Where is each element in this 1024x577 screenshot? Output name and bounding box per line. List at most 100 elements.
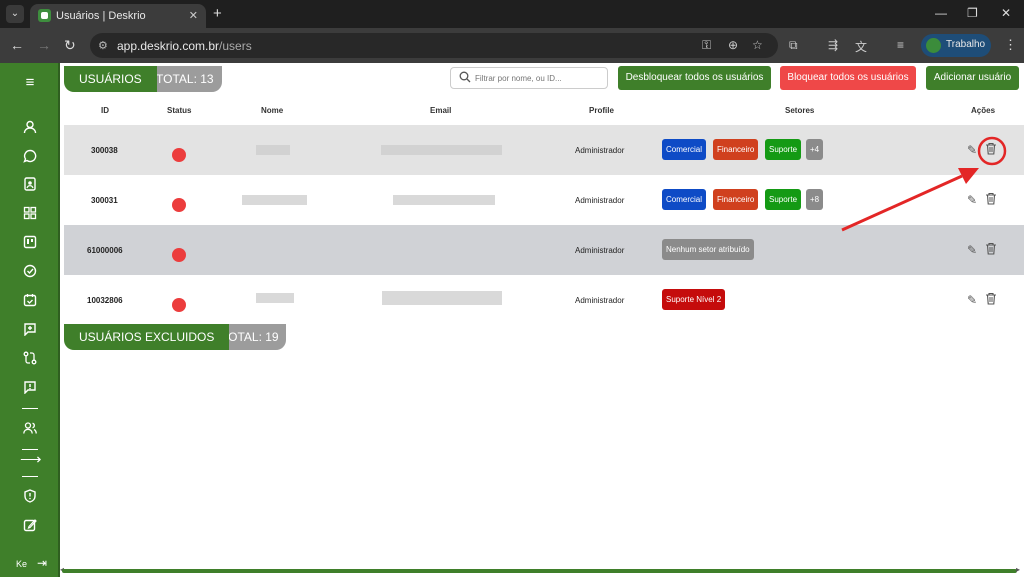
redacted-email bbox=[382, 291, 502, 305]
redacted-email bbox=[393, 195, 495, 205]
status-indicator bbox=[172, 198, 186, 212]
deskrio-favicon-icon bbox=[38, 9, 51, 22]
status-indicator bbox=[172, 298, 186, 312]
profile-button[interactable]: Trabalho bbox=[921, 34, 991, 57]
logout-icon[interactable]: ⇥ bbox=[37, 556, 47, 570]
column-header-id: ID bbox=[101, 106, 109, 115]
unlock-all-users-button[interactable]: Desbloquear todos os usuários bbox=[618, 66, 771, 90]
redacted-email bbox=[381, 145, 502, 155]
arrow-right-icon[interactable]: ⟶ bbox=[20, 450, 42, 470]
address-bar[interactable]: ⚙ app.deskrio.com.br/users ⚿ ⊕ ☆ bbox=[90, 33, 778, 58]
minimize-button[interactable]: — bbox=[935, 6, 947, 20]
user-id: 300038 bbox=[91, 146, 118, 155]
check-circle-icon[interactable] bbox=[20, 264, 40, 284]
menu-icon[interactable]: ≡ bbox=[20, 73, 40, 93]
bookmark-star-icon[interactable]: ☆ bbox=[752, 38, 763, 52]
sector-more-tag[interactable]: +8 bbox=[806, 189, 824, 210]
user-profile: Administrador bbox=[575, 146, 625, 155]
redacted-name bbox=[256, 145, 290, 155]
browser-tab[interactable]: Usuários | Deskrio ✕ bbox=[30, 4, 206, 28]
scroll-right-arrow-icon[interactable]: ▸ bbox=[1016, 565, 1020, 574]
close-window-button[interactable]: ✕ bbox=[1001, 6, 1011, 20]
calendar-icon[interactable] bbox=[20, 293, 40, 313]
forward-arrow-icon[interactable]: → bbox=[37, 37, 51, 53]
search-input[interactable] bbox=[475, 71, 603, 85]
sector-tag: Suporte bbox=[765, 189, 802, 210]
sidebar-divider bbox=[22, 408, 38, 409]
tab-close-icon[interactable]: ✕ bbox=[189, 9, 198, 22]
trash-icon[interactable] bbox=[985, 242, 997, 258]
person-icon[interactable] bbox=[20, 120, 40, 140]
table-row: 10032806 Administrador Suporte Nível 2 ✎ bbox=[64, 275, 1024, 325]
url-text[interactable]: app.deskrio.com.br/users bbox=[117, 39, 252, 53]
url-host: app.deskrio.com.br bbox=[117, 39, 220, 53]
redacted-name bbox=[242, 195, 307, 205]
search-field[interactable] bbox=[450, 67, 608, 89]
edit-icon[interactable] bbox=[20, 518, 40, 538]
password-key-icon[interactable]: ⚿ bbox=[702, 38, 711, 53]
back-arrow-icon[interactable]: ← bbox=[10, 37, 24, 53]
reading-list-icon[interactable]: ≡ bbox=[897, 38, 904, 52]
column-header-actions: Ações bbox=[971, 106, 996, 115]
sector-tag: Financeiro bbox=[713, 189, 759, 210]
column-header-email: Email bbox=[430, 106, 452, 115]
table-row: 61000006 Administrador Nenhum setor atri… bbox=[64, 225, 1024, 275]
sector-tag: Comercial bbox=[662, 189, 707, 210]
site-settings-icon[interactable]: ⚙ bbox=[98, 39, 108, 52]
sidebar: ≡ ⟶ Ke ⇥ bbox=[0, 63, 60, 577]
current-user-initials: Ke bbox=[16, 559, 28, 569]
reload-icon[interactable]: ↻ bbox=[64, 37, 76, 54]
maximize-button[interactable]: ❐ bbox=[967, 6, 978, 20]
user-id: 61000006 bbox=[87, 246, 123, 255]
extensions-icon[interactable]: ⧉ bbox=[789, 38, 798, 53]
sidebar-divider bbox=[22, 476, 38, 477]
browser-menu-icon[interactable]: ⋮ bbox=[1004, 37, 1017, 53]
add-user-button[interactable]: Adicionar usuário bbox=[926, 66, 1019, 90]
alert-message-icon[interactable] bbox=[20, 380, 40, 400]
redacted-name bbox=[256, 293, 294, 303]
kanban-icon[interactable] bbox=[20, 235, 40, 255]
shield-icon[interactable] bbox=[20, 489, 40, 509]
trash-icon[interactable] bbox=[985, 292, 997, 308]
lock-all-users-button[interactable]: Bloquear todos os usuários bbox=[780, 66, 916, 90]
tab-groups-icon[interactable]: ⇶ bbox=[828, 38, 838, 52]
horizontal-scrollbar[interactable] bbox=[62, 569, 1017, 573]
sector-tag: Comercial bbox=[662, 139, 707, 160]
user-id: 300031 bbox=[91, 196, 118, 205]
edit-pencil-icon[interactable]: ✎ bbox=[967, 293, 977, 307]
column-header-name: Nome bbox=[261, 106, 284, 115]
url-path: /users bbox=[219, 39, 252, 53]
table-row: 300038 Administrador Comercial Financeir… bbox=[64, 125, 1024, 175]
chat-icon[interactable] bbox=[20, 149, 40, 169]
new-tab-button[interactable]: + bbox=[213, 5, 222, 22]
main-content: USUÁRIOS TOTAL: 13 Desbloquear todos os … bbox=[62, 63, 1024, 577]
status-indicator bbox=[172, 148, 186, 162]
sector-tag: Financeiro bbox=[713, 139, 759, 160]
add-message-icon[interactable] bbox=[20, 322, 40, 342]
search-icon bbox=[459, 71, 471, 86]
tab-search-icon[interactable]: ⌄ bbox=[6, 5, 24, 23]
contact-card-icon[interactable] bbox=[20, 177, 40, 197]
translate-icon[interactable]: 文 bbox=[855, 38, 867, 55]
sector-more-tag[interactable]: +4 bbox=[806, 139, 824, 160]
profile-name: Trabalho bbox=[946, 39, 986, 50]
trash-icon[interactable] bbox=[985, 192, 997, 208]
edit-pencil-icon[interactable]: ✎ bbox=[967, 243, 977, 257]
table-row: 300031 Administrador Comercial Financeir… bbox=[64, 175, 1024, 225]
users-icon[interactable] bbox=[20, 421, 40, 441]
edit-pencil-icon[interactable]: ✎ bbox=[967, 193, 977, 207]
status-indicator bbox=[172, 248, 186, 262]
browser-titlebar: ⌄ Usuários | Deskrio ✕ + — ❐ ✕ bbox=[0, 0, 1024, 28]
excluded-users-section-title[interactable]: USUÁRIOS EXCLUIDOS bbox=[64, 324, 230, 350]
column-header-sectors: Setores bbox=[785, 106, 815, 115]
zoom-icon[interactable]: ⊕ bbox=[728, 38, 738, 52]
column-header-profile: Profile bbox=[589, 106, 614, 115]
profile-avatar bbox=[926, 38, 941, 53]
dashboard-icon[interactable] bbox=[20, 206, 40, 226]
tab-title: Usuários | Deskrio bbox=[56, 10, 146, 22]
flow-icon[interactable] bbox=[20, 351, 40, 371]
sector-tag: Suporte bbox=[765, 139, 802, 160]
column-header-status: Status bbox=[167, 106, 192, 115]
trash-icon[interactable] bbox=[985, 142, 997, 158]
edit-pencil-icon[interactable]: ✎ bbox=[967, 143, 977, 157]
